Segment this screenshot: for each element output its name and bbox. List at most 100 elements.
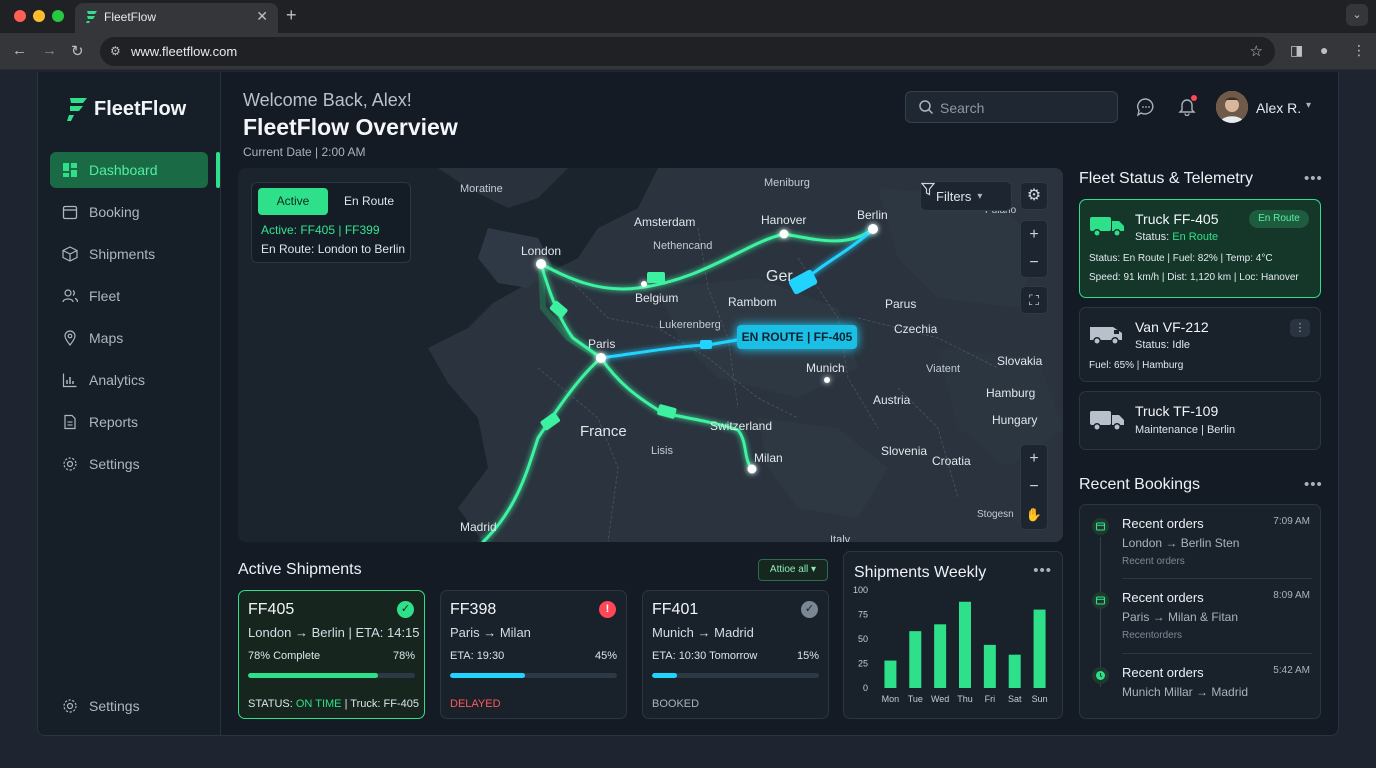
fleet-card-ff405[interactable]: Truck FF-405 En Route Status: En Route S… (1079, 199, 1321, 298)
close-tab-icon[interactable]: ✕ (256, 8, 268, 25)
street-view-icon[interactable]: ✋ (1021, 501, 1047, 529)
y-tick-label: 100 (853, 585, 868, 595)
svg-text:Nethencand: Nethencand (653, 240, 712, 252)
minimize-window-button[interactable] (33, 10, 45, 22)
more-options-icon[interactable]: ••• (1304, 476, 1323, 493)
bar-wed[interactable] (934, 624, 947, 688)
shipment-card[interactable]: FF405 ✓ London → Berlin | ETA: 14:15 78%… (238, 590, 425, 719)
avatar[interactable] (1216, 91, 1248, 123)
browser-tab[interactable]: FleetFlow ✕ (75, 3, 278, 33)
weekly-bar-chart: 0 25 50 75 100 Mon Tue Wed Thu Fri Sat Sun (853, 585, 1048, 704)
sidebar-item-booking[interactable]: Booking (50, 194, 208, 230)
gear-icon (62, 456, 78, 472)
sidebar-item-maps[interactable]: Maps (50, 320, 208, 356)
x-tick-label: Wed (931, 694, 949, 704)
browser-menu-icon[interactable]: ⋮ (1352, 42, 1366, 59)
vehicle-status: Status: En Route (1135, 231, 1218, 243)
progress-fill (248, 673, 379, 678)
status-suffix: | Truck: FF-405 (341, 698, 419, 710)
zoom-in-button[interactable]: + (1021, 221, 1047, 249)
y-tick-label: 0 (863, 683, 868, 693)
vehicle-status: Maintenance | Berlin (1135, 424, 1236, 436)
bookmark-star-icon[interactable]: ☆ (1250, 42, 1263, 60)
back-icon[interactable]: ← (12, 42, 27, 59)
url-text[interactable]: www.fleetflow.com (131, 44, 237, 59)
sidebar-footer-settings[interactable]: Settings (50, 688, 208, 724)
search-input[interactable]: Search (905, 91, 1118, 123)
x-tick-label: Thu (957, 694, 973, 704)
svg-text:Paris: Paris (588, 337, 615, 351)
gear-icon: ⚙ (1026, 187, 1042, 204)
zoom-in-button[interactable]: + (1021, 445, 1047, 473)
sidebar-item-dashboard[interactable]: Dashboard (50, 152, 208, 188)
more-options-icon[interactable]: ••• (1304, 170, 1323, 187)
booking-time: 7:09 AM (1273, 516, 1310, 527)
close-window-button[interactable] (14, 10, 26, 22)
bar-thu[interactable] (959, 601, 971, 688)
forward-icon[interactable]: → (42, 42, 57, 59)
sidebar-item-label: Booking (89, 204, 140, 220)
svg-text:Meniburg: Meniburg (764, 177, 810, 189)
sidebar-item-analytics[interactable]: Analytics (50, 362, 208, 398)
profile-icon[interactable]: ● (1320, 42, 1328, 58)
svg-text:Ger: Ger (766, 268, 793, 285)
sidebar-item-shipments[interactable]: Shipments (50, 236, 208, 272)
svg-text:London: London (521, 244, 561, 258)
bar-fri[interactable] (983, 644, 996, 688)
timeline-line (1100, 537, 1101, 687)
sidepanel-icon[interactable]: ◨ (1290, 42, 1303, 59)
chat-icon[interactable] (1136, 97, 1156, 122)
vehicle-name: Van VF-212 (1135, 319, 1209, 335)
recent-bookings-list: Recent orders 7:09 AM London → Berlin St… (1079, 504, 1321, 719)
svg-text:Slovenia: Slovenia (881, 444, 927, 458)
progress-bar (248, 673, 415, 678)
fleet-card-vf212[interactable]: Van VF-212 ⋮ Status: Idle Fuel: 65% | Ha… (1079, 307, 1321, 382)
sidebar-item-settings[interactable]: Settings (50, 446, 208, 482)
shipment-route: London → Berlin | ETA: 14:15 (248, 625, 420, 640)
vehicle-status: Status: Idle (1135, 339, 1191, 351)
booking-time: 5:42 AM (1273, 665, 1310, 676)
document-icon (62, 414, 78, 430)
shipments-filter-dropdown[interactable]: Attioe all ▾ (758, 559, 828, 581)
user-name[interactable]: Alex R. (1256, 100, 1301, 116)
telemetry-line: Speed: 91 km/h | Dist: 1,120 km | Loc: H… (1089, 272, 1299, 283)
bar-tue[interactable] (909, 631, 922, 688)
svg-text:Hamburg: Hamburg (986, 386, 1035, 400)
site-info-icon[interactable]: ⚙ (110, 44, 121, 58)
zoom-out-button[interactable]: − (1021, 249, 1047, 277)
app-window: FleetFlow Dashboard Booking Shipments Fl… (37, 72, 1339, 736)
shipment-card[interactable]: FF401 ✓ Munich → Madrid ETA: 10:30 Tomor… (642, 590, 829, 719)
svg-text:Moratine: Moratine (460, 183, 503, 195)
enroute-callout[interactable]: EN ROUTE | FF-405 (737, 325, 857, 349)
toggle-active-button[interactable]: Active (258, 188, 328, 215)
new-tab-icon[interactable]: + (286, 5, 297, 26)
shipment-id: FF405 (248, 601, 295, 618)
window-controls (14, 10, 64, 22)
fleet-card-tf109[interactable]: Truck TF-109 Maintenance | Berlin (1079, 391, 1321, 450)
toggle-enroute-button[interactable]: En Route (332, 188, 406, 215)
filters-button[interactable]: Filters ▾ (920, 181, 1012, 211)
alert-icon: ! (599, 601, 616, 618)
status-prefix: STATUS: (248, 698, 296, 710)
map-settings-button[interactable]: ⚙ (1020, 182, 1048, 210)
tab-search-chevron-icon[interactable]: ⌄ (1346, 4, 1368, 26)
bar-sun[interactable] (1033, 609, 1046, 688)
calendar-icon (62, 204, 78, 220)
shipment-id: FF401 (652, 601, 699, 618)
reload-icon[interactable]: ↻ (71, 42, 84, 60)
sidebar-item-fleet[interactable]: Fleet (50, 278, 208, 314)
current-date: Current Date | 2:00 AM (243, 145, 366, 159)
fullscreen-button[interactable]: ⛶ (1020, 286, 1048, 314)
zoom-out-button[interactable]: − (1021, 473, 1047, 501)
omnibox[interactable]: ⚙ www.fleetflow.com ☆ (100, 37, 1275, 66)
shipment-progress-value: 15% (796, 650, 819, 662)
shipment-card[interactable]: FF398 ! Paris → Milan ETA: 19:30 45% DEL… (440, 590, 627, 719)
brand-logo[interactable]: FleetFlow (66, 96, 186, 122)
route-map[interactable]: Moratine Meniburg Amsterdam Hanover Berl… (238, 168, 1063, 542)
more-vertical-icon[interactable]: ⋮ (1290, 319, 1310, 337)
sidebar-item-reports[interactable]: Reports (50, 404, 208, 440)
bar-mon[interactable] (884, 660, 897, 688)
bar-sat[interactable] (1008, 654, 1021, 688)
maximize-window-button[interactable] (52, 10, 64, 22)
chevron-down-icon[interactable]: ▾ (1306, 100, 1311, 111)
